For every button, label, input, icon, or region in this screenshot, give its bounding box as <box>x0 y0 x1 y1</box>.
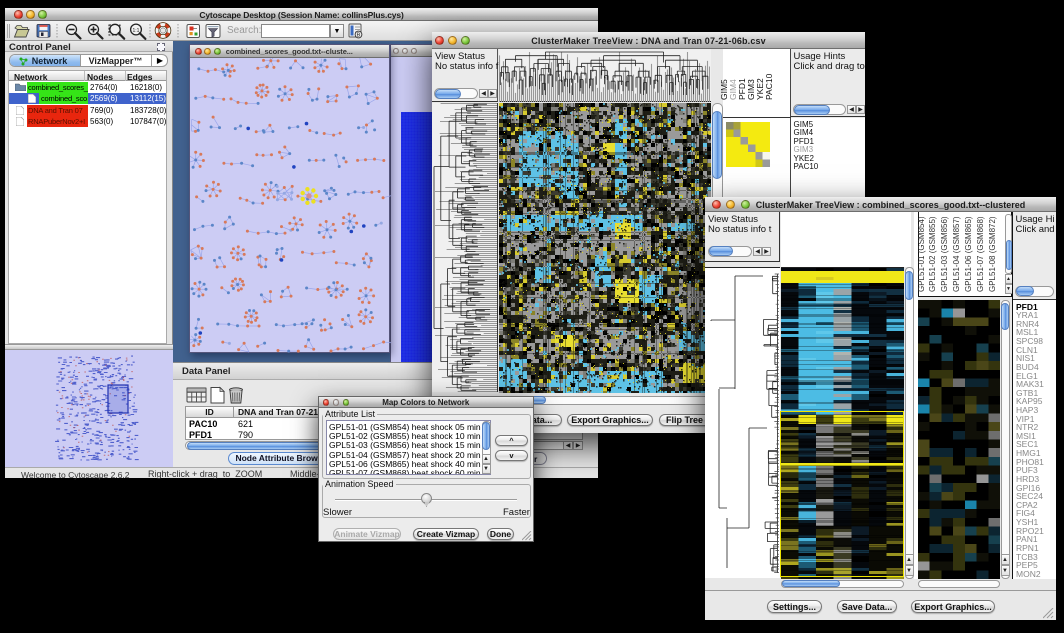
svg-text:B: B <box>357 33 361 39</box>
svg-text:1:1: 1:1 <box>133 28 140 34</box>
